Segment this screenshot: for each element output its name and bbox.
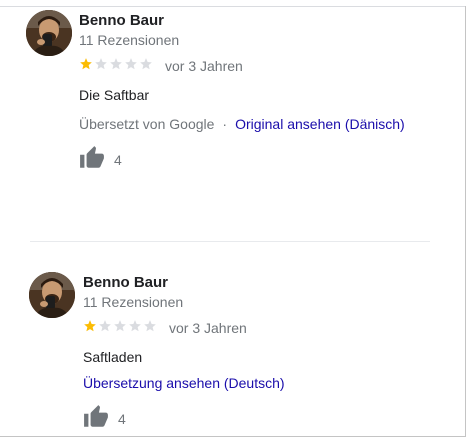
author-review-count[interactable]: 11 Rezensionen xyxy=(83,294,183,310)
author-name[interactable]: Benno Baur xyxy=(83,274,168,291)
review-date: vor 3 Jahren xyxy=(165,58,243,74)
author-avatar[interactable] xyxy=(26,10,72,56)
translated-by-label: Übersetzt von Google xyxy=(79,116,215,132)
review-text: Die Saftbar xyxy=(79,87,150,103)
bottom-border xyxy=(0,436,466,437)
translation-info: Übersetzt von Google · Original ansehen (D… xyxy=(79,116,405,132)
star-empty-icon xyxy=(144,320,156,332)
review-text: Saftladen xyxy=(83,349,143,365)
view-original-link[interactable]: Original ansehen (Dänisch) xyxy=(235,116,405,132)
thumbs-up-icon xyxy=(84,405,108,427)
author-avatar[interactable] xyxy=(29,272,75,318)
thumbs-up-icon xyxy=(80,146,104,168)
avatar-photo xyxy=(29,272,75,318)
meta-separator: · xyxy=(222,116,228,132)
star-filled-icon xyxy=(80,58,92,70)
top-border xyxy=(0,6,466,7)
star-empty-icon xyxy=(140,58,152,70)
view-translation-link[interactable]: Übersetzung ansehen (Deutsch) xyxy=(83,375,285,391)
avatar-photo xyxy=(26,10,72,56)
star-empty-icon xyxy=(95,58,107,70)
like-count: 4 xyxy=(114,152,122,168)
like-button[interactable]: 4 xyxy=(83,404,126,430)
review-divider xyxy=(30,241,430,242)
author-name[interactable]: Benno Baur xyxy=(79,12,164,29)
star-rating xyxy=(83,319,157,333)
star-empty-icon xyxy=(125,58,137,70)
star-empty-icon xyxy=(114,320,126,332)
review-date: vor 3 Jahren xyxy=(169,320,247,336)
translation-info: Übersetzung ansehen (Deutsch) xyxy=(83,375,285,391)
star-empty-icon xyxy=(99,320,111,332)
star-empty-icon xyxy=(110,58,122,70)
star-rating xyxy=(79,57,153,71)
author-review-count[interactable]: 11 Rezensionen xyxy=(79,32,179,48)
star-filled-icon xyxy=(84,320,96,332)
like-count: 4 xyxy=(118,411,126,427)
star-empty-icon xyxy=(129,320,141,332)
like-button[interactable]: 4 xyxy=(79,145,122,171)
